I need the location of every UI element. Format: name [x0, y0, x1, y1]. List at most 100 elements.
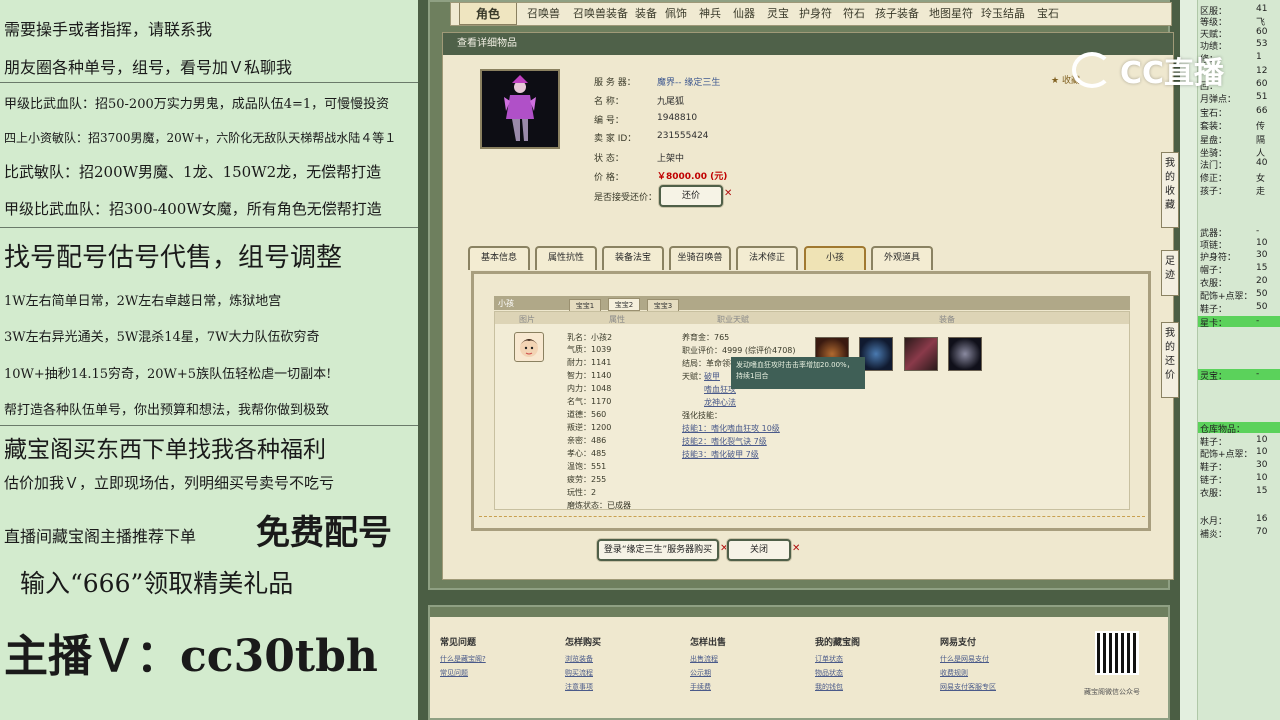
skill-tooltip: 发动嗜血狂攻时击击率增加20.00%，持续1回合 [731, 357, 865, 389]
name-value: 九尾狐 [657, 97, 685, 107]
qr-code-icon [1095, 631, 1139, 675]
tab-baby-2[interactable]: 宝宝2 [608, 298, 640, 311]
footer-link[interactable]: 我的钱包 [815, 682, 843, 692]
bargain-label: 是否接受还价： [594, 193, 658, 203]
ad-gift: 输入“666”领取精美礼品 [20, 569, 294, 598]
ad-line: 1W左右简单日常，2W左右卓越日常，炼狱地宫 [4, 294, 282, 309]
stat-label: 衣服： [1200, 489, 1228, 499]
ad-line: 估价加我Ｖ，立即现场估，列明细买号卖号不吃亏 [4, 474, 335, 492]
child-info-table: 图片 属性 职业天赋 装备 乳名：小孩2 气质：1039 耐力：1141 智力：… [494, 311, 1130, 510]
footer-link[interactable]: 出售流程 [690, 654, 718, 664]
tab-equip-magic[interactable]: 装备法宝 [602, 246, 664, 270]
child-section-title: 小孩 [498, 299, 514, 308]
career-talent-label: 天赋： [682, 372, 706, 381]
ad-line: 四上小资敏队：招3700男魔，20W+，六阶化无敌队天梯帮战水陆４等１ [4, 131, 397, 145]
child-face-icon [520, 339, 538, 357]
tab-child[interactable]: 小孩 [804, 246, 866, 270]
stat-value: 10 [1256, 473, 1268, 483]
footer-heading: 常见问题 [440, 638, 477, 648]
stat-label: 孩子： [1200, 187, 1228, 197]
tab-fairy-weapon[interactable]: 仙器 [733, 3, 755, 25]
stat-value: 53 [1256, 39, 1268, 49]
career-skills-label: 强化技能： [682, 411, 722, 420]
footer-link[interactable]: 公示期 [690, 668, 711, 678]
stat-label: 衣服： [1200, 279, 1228, 289]
stat-label: 配饰+点翠： [1200, 450, 1253, 460]
equip-slot-4[interactable] [948, 337, 982, 371]
equip-slot-3[interactable] [904, 337, 938, 371]
talent-link[interactable]: 破甲 [704, 371, 720, 382]
footer-link[interactable]: 购买流程 [565, 668, 593, 678]
footer-link[interactable]: 什么是藏宝阁? [440, 654, 486, 664]
footer-heading: 怎样购买 [565, 638, 602, 648]
tab-map-star[interactable]: 地图星符 [929, 3, 973, 25]
stat-value: 10 [1256, 238, 1268, 248]
tab-child-equip[interactable]: 孩子装备 [875, 3, 919, 25]
login-buy-button[interactable]: 登录“缘定三生”服务器购买 [597, 539, 719, 561]
side-tab-favorites[interactable]: 我的收藏 [1161, 152, 1179, 228]
skill-link[interactable]: 技能3：嗜化破甲 7级 [682, 449, 759, 460]
tab-equip[interactable]: 装备 [635, 3, 657, 25]
footer-link[interactable]: 物品状态 [815, 668, 843, 678]
treasure-pavilion-window: 角色 召唤兽 召唤兽装备 装备 佩饰 神兵 仙器 灵宝 护身符 符石 孩子装备 … [418, 0, 1180, 720]
child-detail-box: 小孩 宝宝1 宝宝2 宝宝3 图片 属性 职业天赋 装备 乳名：小孩2 气质：1… [471, 271, 1151, 531]
stat-value: 10 [1256, 435, 1268, 445]
footer-heading: 我的藏宝阁 [815, 638, 861, 648]
tab-spirit-treasure[interactable]: 灵宝 [767, 3, 789, 25]
tab-jade-crystal[interactable]: 玲玉结晶 [981, 3, 1025, 25]
attr-stamina: 耐力：1141 [567, 358, 612, 367]
close-icon: ✕ [724, 188, 733, 199]
stat-label: 套装： [1200, 122, 1228, 132]
footer-link[interactable]: 什么是网易支付 [940, 654, 989, 664]
tab-appearance[interactable]: 外观道具 [871, 246, 933, 270]
tab-mount-pet[interactable]: 坐骑召唤兽 [669, 246, 731, 270]
footer-link[interactable]: 收费规则 [940, 668, 968, 678]
footer-link[interactable]: 浏览装备 [565, 654, 593, 664]
server-value: 魔界-- 缘定三生 [657, 78, 721, 88]
attr-fatigue: 疲劳：255 [567, 475, 607, 484]
character-portrait [480, 69, 560, 149]
tab-divine-weapon[interactable]: 神兵 [699, 3, 721, 25]
ad-line: 甲级比武血队：招300-400W女魔，所有角色无偿帮打造 [4, 200, 382, 218]
footer-link[interactable]: 订单状态 [815, 654, 843, 664]
side-tab-my-bargain[interactable]: 我的还价 [1161, 322, 1179, 398]
close-button[interactable]: 关闭 [727, 539, 791, 561]
stat-value: 60 [1256, 27, 1268, 37]
footer-link[interactable]: 手续费 [690, 682, 711, 692]
stat-label: 補炎： [1200, 530, 1228, 540]
tab-attr-resist[interactable]: 属性抗性 [535, 246, 597, 270]
footer-link[interactable]: 网易支付客服专区 [940, 682, 996, 692]
bargain-button[interactable]: 还价 [659, 185, 723, 207]
tab-pet[interactable]: 召唤兽 [527, 3, 560, 25]
stat-value: 40 [1256, 158, 1268, 168]
tab-amulet[interactable]: 护身符 [799, 3, 832, 25]
watermark: CC直播 [1120, 56, 1225, 91]
skill-link[interactable]: 技能2：嗜化裂气诀 7级 [682, 436, 767, 447]
attr-playfulness: 玩性：2 [567, 488, 597, 497]
skill-link[interactable]: 技能1：嗜化嗜血狂攻 10级 [682, 423, 780, 434]
talent-link[interactable]: 龙神心法 [704, 397, 736, 408]
career-funds: 养育金：765 [682, 333, 730, 342]
col-header-image: 图片 [519, 315, 535, 324]
tab-gem[interactable]: 宝石 [1037, 3, 1059, 25]
side-tab-footprint[interactable]: 足迹 [1161, 250, 1179, 296]
tab-spell-correct[interactable]: 法术修正 [736, 246, 798, 270]
stat-label: 配饰+点翠： [1200, 292, 1253, 302]
tab-role[interactable]: 角色 [459, 3, 517, 25]
ad-line: 帮打造各种队伍单号，你出预算和想法，我帮你做到极致 [4, 403, 330, 418]
character-figure-icon [504, 75, 536, 141]
footer-link[interactable]: 注意事项 [565, 682, 593, 692]
tab-basic-info[interactable]: 基本信息 [468, 246, 530, 270]
tab-pet-equip[interactable]: 召唤兽装备 [573, 3, 628, 25]
stat-label: 宝石： [1200, 109, 1228, 119]
stat-label: 护身符： [1200, 253, 1237, 263]
footer-link[interactable]: 常见问题 [440, 668, 468, 678]
ad-line: 朋友圈各种单号，组号，看号加Ｖ私聊我 [4, 58, 293, 77]
child-avatar [514, 332, 544, 362]
ad-line: 比武敏队：招200W男魔、1龙、150W2龙，无偿帮打造 [4, 163, 382, 181]
attr-training-state: 磨炼状态：已成器 [567, 501, 631, 510]
stat-value: - [1256, 369, 1260, 379]
tab-rune-stone[interactable]: 符石 [843, 3, 865, 25]
stat-value: - [1256, 226, 1260, 236]
tab-accessory[interactable]: 佩饰 [665, 3, 687, 25]
